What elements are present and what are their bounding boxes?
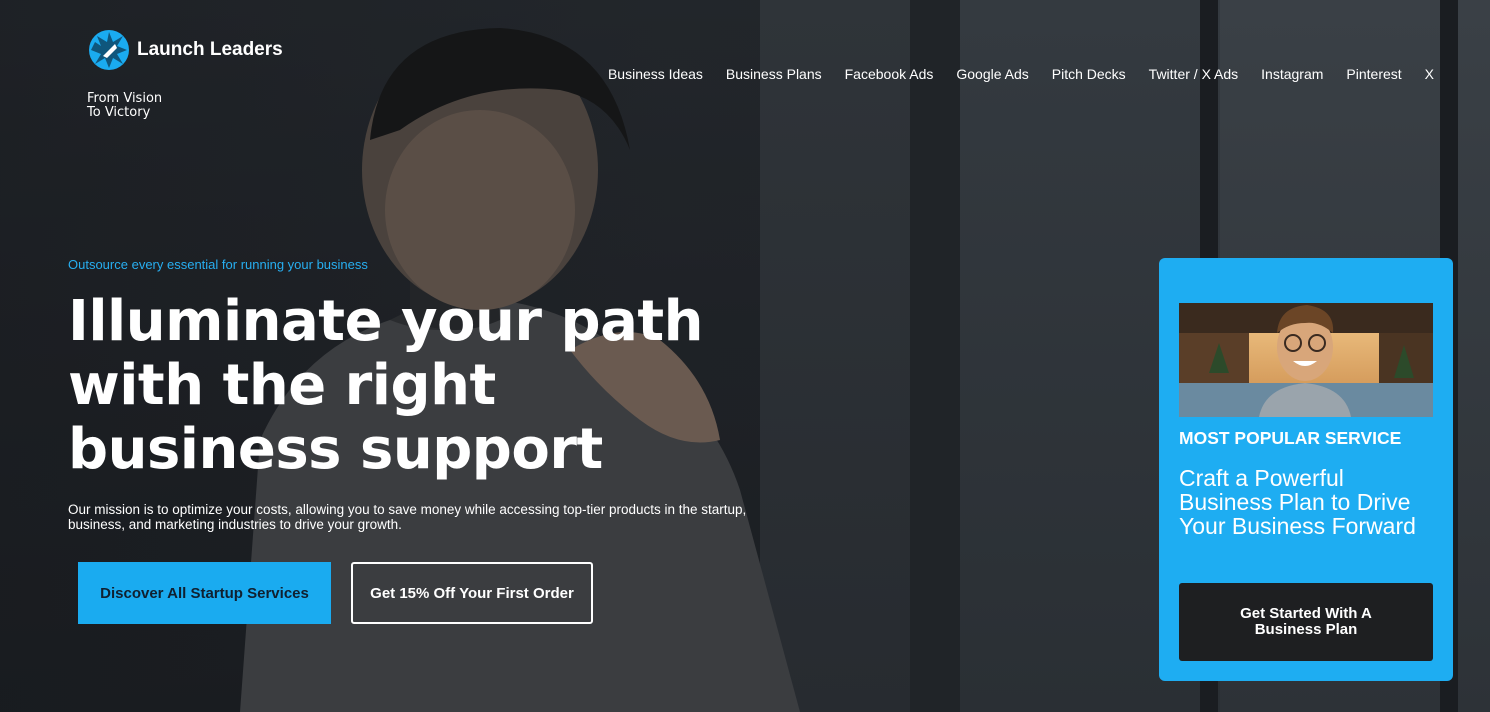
promo-card-title: Craft a Powerful Business Plan to Drive … (1179, 465, 1416, 539)
business-plan-cta-button[interactable]: Get Started With A Business Plan (1179, 583, 1433, 661)
rocket-splash-icon (89, 30, 129, 70)
brand-tagline-line1: From Vision (87, 91, 163, 106)
nav-item-business-plans[interactable]: Business Plans (726, 66, 822, 82)
nav-item-x[interactable]: X (1425, 66, 1434, 82)
nav-item-google-ads[interactable]: Google Ads (956, 66, 1028, 82)
discover-services-button[interactable]: Discover All Startup Services (78, 562, 331, 624)
brand-tagline: From Vision To Victory (87, 92, 207, 120)
promo-card-photo (1179, 303, 1433, 417)
hero-eyebrow: Outsource every essential for running yo… (68, 257, 368, 272)
nav-item-twitter-x-ads[interactable]: Twitter / X Ads (1149, 66, 1238, 82)
brand-tagline-line2: To Victory (87, 105, 151, 120)
nav-item-business-ideas[interactable]: Business Ideas (608, 66, 703, 82)
background-window-frame (910, 0, 960, 712)
promo-card: MOST POPULAR SERVICE Craft a Powerful Bu… (1159, 258, 1453, 681)
first-order-discount-button[interactable]: Get 15% Off Your First Order (351, 562, 593, 624)
nav-item-pinterest[interactable]: Pinterest (1346, 66, 1401, 82)
nav-item-pitch-decks[interactable]: Pitch Decks (1052, 66, 1126, 82)
nav-item-facebook-ads[interactable]: Facebook Ads (845, 66, 934, 82)
hero-mission-text: Our mission is to optimize your costs, a… (68, 502, 747, 532)
hero-headline: Illuminate your path with the right busi… (68, 289, 704, 482)
brand-name: Launch Leaders (137, 39, 283, 60)
promo-card-eyebrow: MOST POPULAR SERVICE (1179, 428, 1402, 448)
nav-item-instagram[interactable]: Instagram (1261, 66, 1323, 82)
brand-logo[interactable]: Launch Leaders (87, 28, 283, 72)
main-nav: Business Ideas Business Plans Facebook A… (608, 66, 1434, 82)
